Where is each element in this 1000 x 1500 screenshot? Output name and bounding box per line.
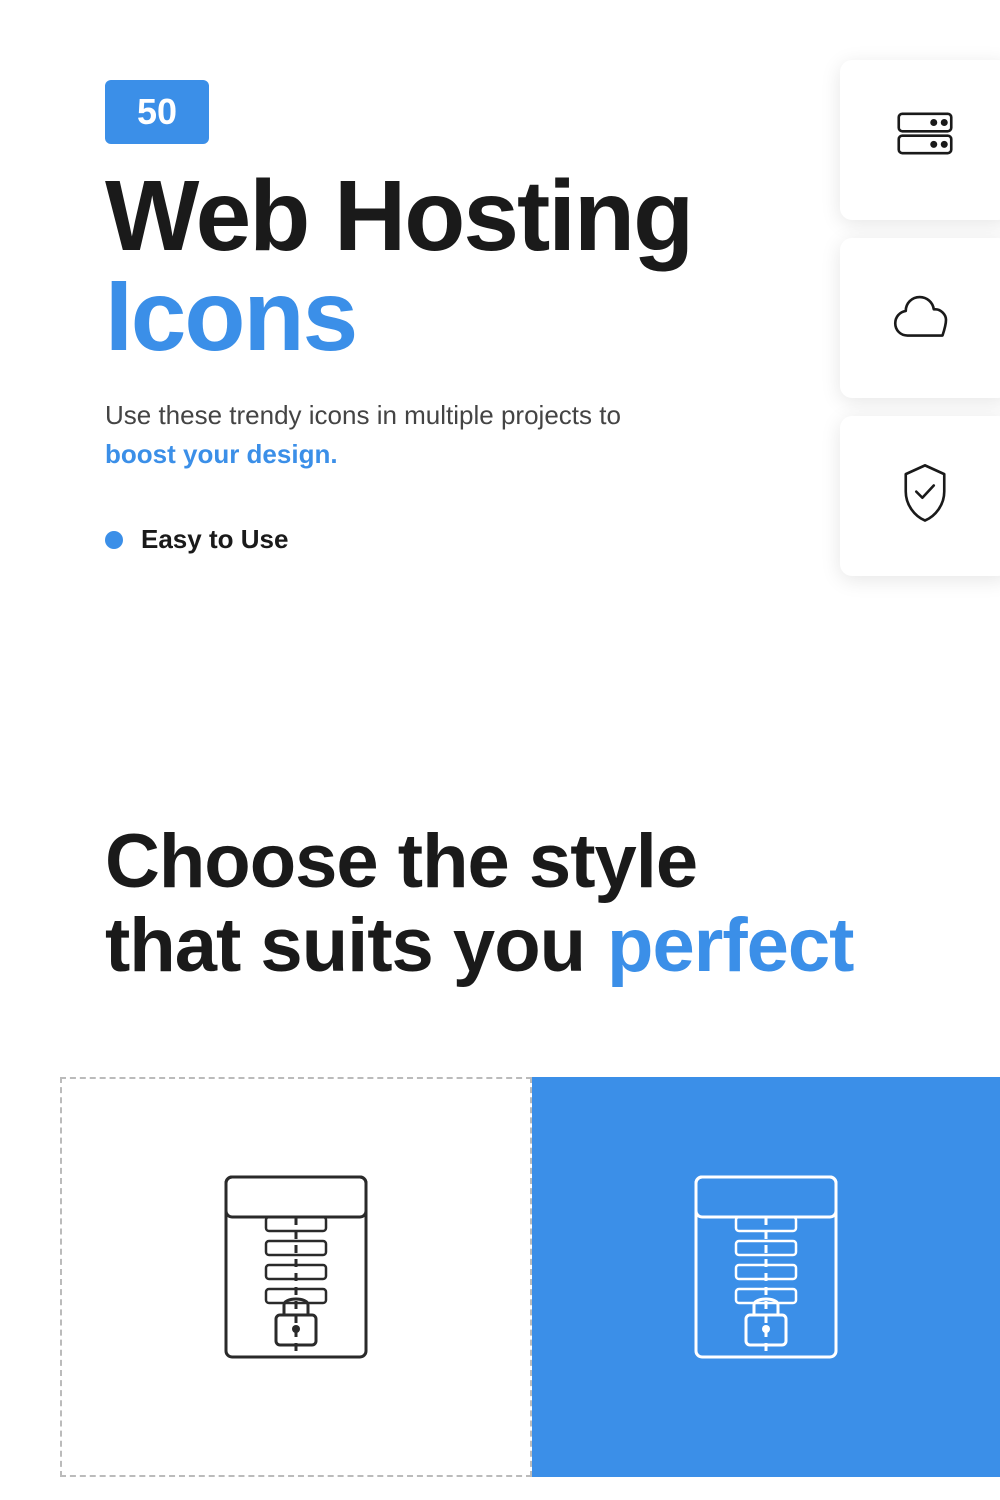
cloud-icon <box>890 283 960 353</box>
badge-number: 50 <box>105 80 209 144</box>
style-comparison-section <box>0 1077 1000 1477</box>
hero-description: Use these trendy icons in multiple proje… <box>105 396 685 474</box>
archive-outline-icon <box>196 1157 396 1397</box>
style-outline-panel <box>60 1077 532 1477</box>
preview-cards <box>840 60 1000 576</box>
outline-icon-wrap <box>196 1157 396 1397</box>
hero-section: 50 Web Hosting Icons Use these trendy ic… <box>0 0 1000 760</box>
choose-title-line1: Choose the style <box>105 820 940 904</box>
hero-description-text: Use these trendy icons in multiple proje… <box>105 400 621 430</box>
server-icon <box>890 105 960 175</box>
archive-filled-icon <box>666 1157 866 1397</box>
choose-section: Choose the style that suits you perfect <box>0 760 1000 1047</box>
hero-description-link[interactable]: boost your design. <box>105 439 338 469</box>
preview-card-2 <box>840 238 1000 398</box>
filled-icon-wrap <box>666 1157 866 1397</box>
preview-card-1 <box>840 60 1000 220</box>
shield-icon <box>890 461 960 531</box>
style-filled-panel <box>532 1077 1000 1477</box>
choose-title-line2-row: that suits you perfect <box>105 904 940 988</box>
bullet-dot-icon <box>105 531 123 549</box>
choose-title-line2-static: that suits you <box>105 904 585 988</box>
preview-card-3 <box>840 416 1000 576</box>
bullet-label: Easy to Use <box>141 524 288 555</box>
choose-title-line2-blue: perfect <box>607 904 853 988</box>
